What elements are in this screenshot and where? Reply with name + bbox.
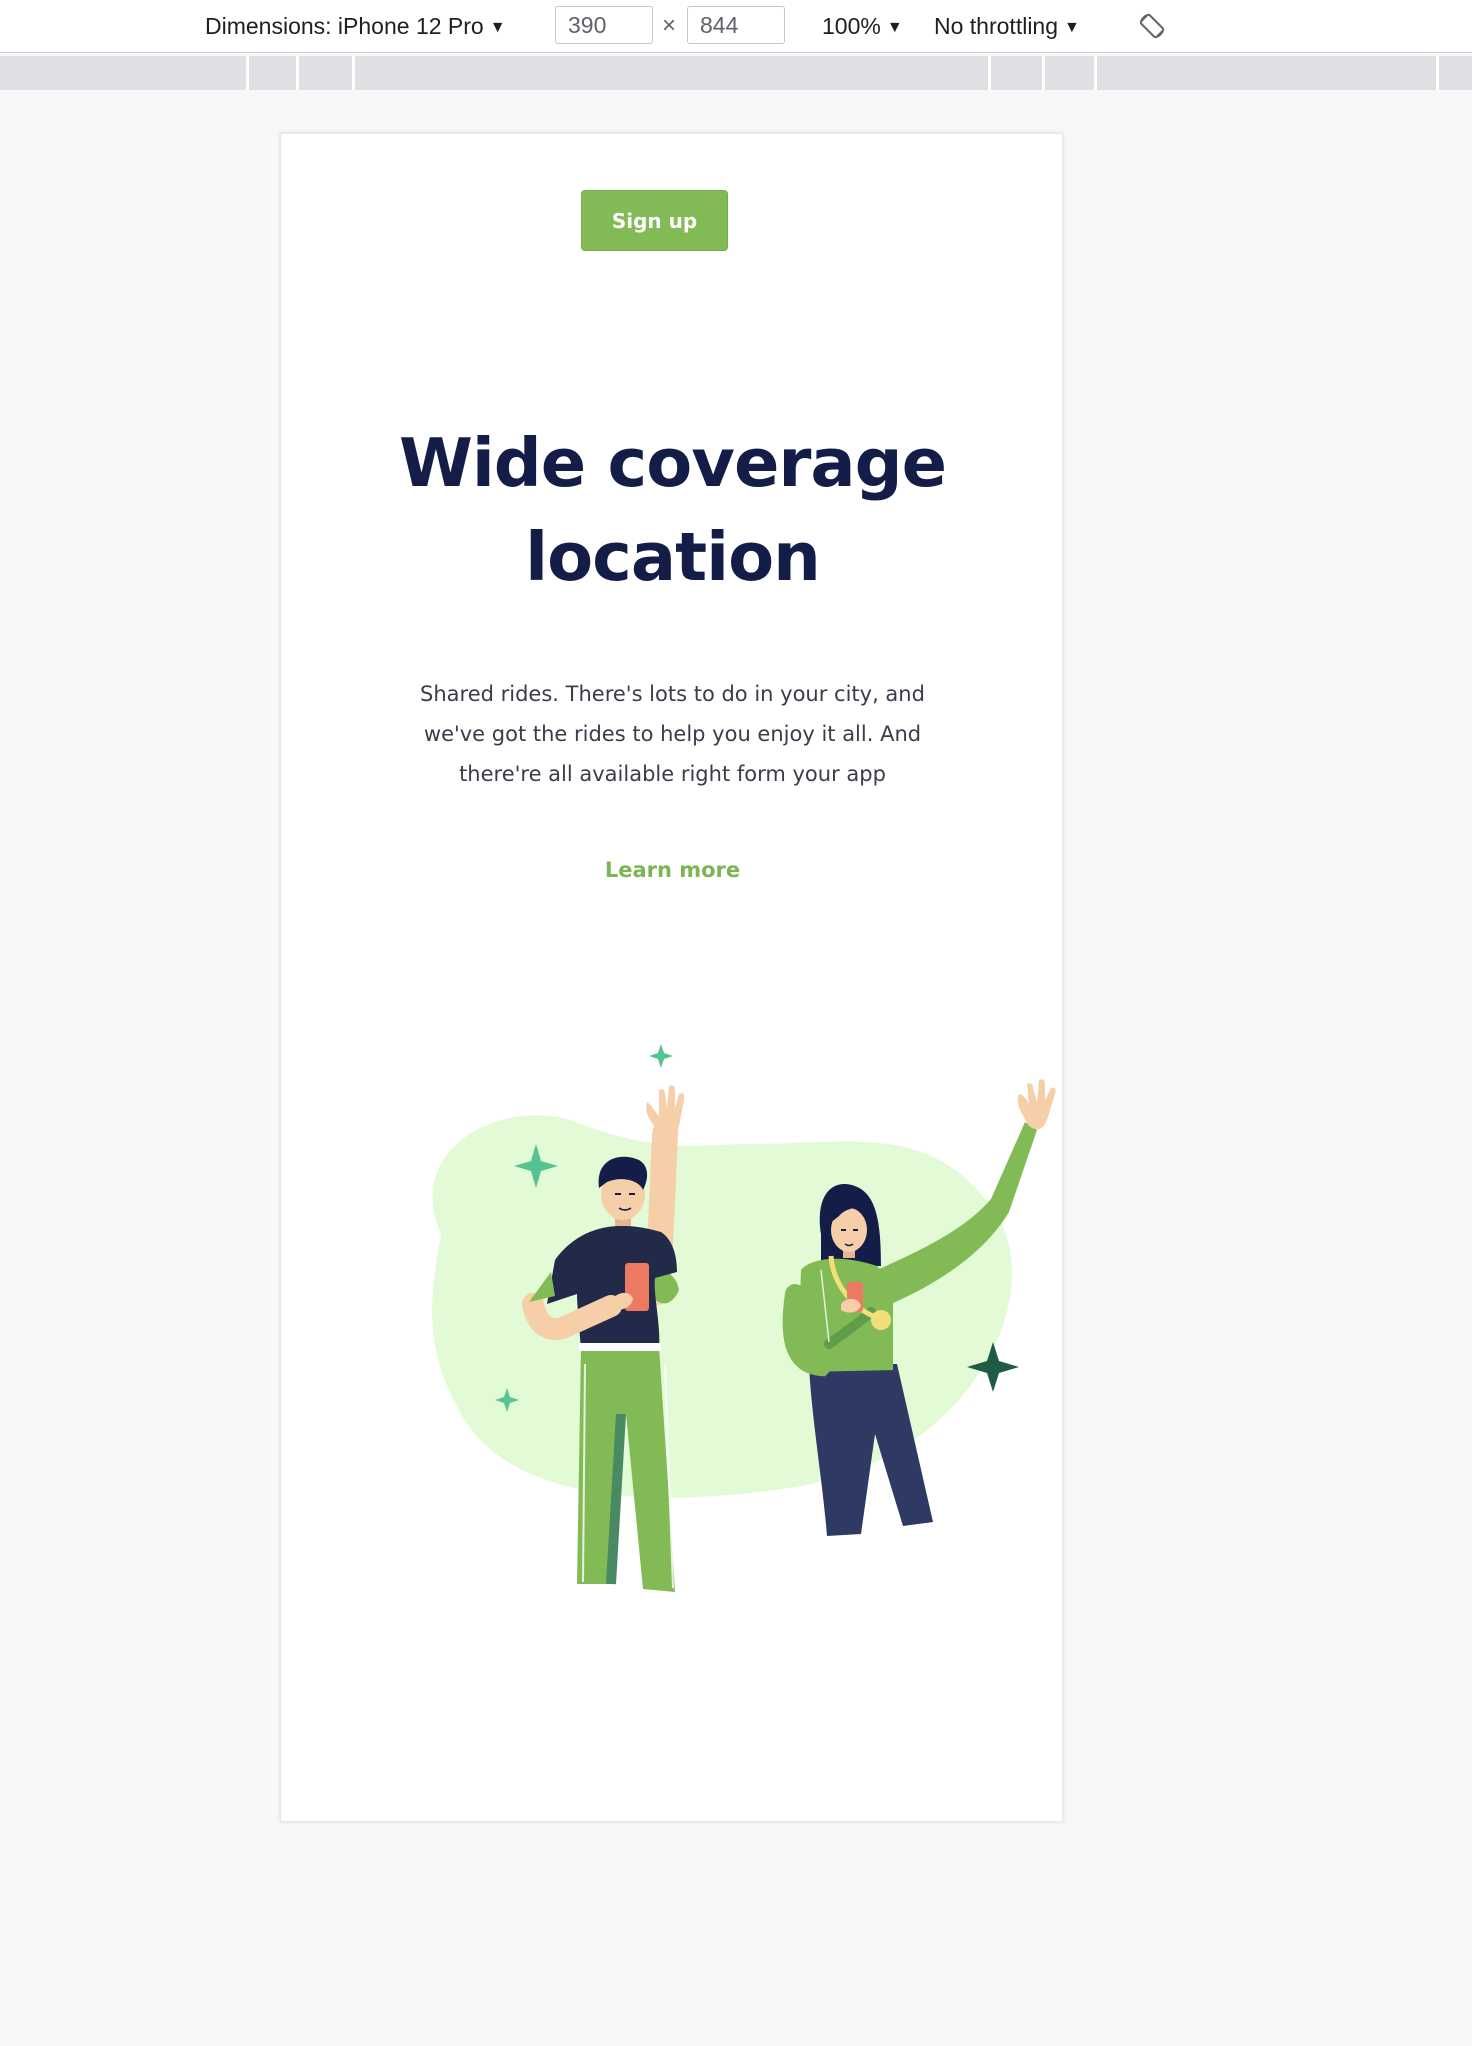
device-dimensions-dropdown[interactable]: Dimensions: iPhone 12 Pro ▼ <box>205 12 506 44</box>
throttling-label: No throttling <box>934 13 1059 39</box>
device-viewport: Sign up Wide coverage location Shared ri… <box>280 133 1063 1822</box>
learn-more-link[interactable]: Learn more <box>281 858 1062 882</box>
media-query-bar[interactable] <box>0 56 1472 90</box>
media-query-divider <box>988 56 991 90</box>
media-query-divider <box>296 56 299 90</box>
illustration-background-blob <box>432 1115 1013 1498</box>
viewport-width-input[interactable]: 390 <box>555 6 653 44</box>
page-title: Wide coverage location <box>281 416 1062 604</box>
devtools-device-toolbar: Dimensions: iPhone 12 Pro ▼ 390 × 844 100… <box>0 0 1472 53</box>
sparkle-icon <box>649 1044 673 1068</box>
media-query-divider <box>1436 56 1439 90</box>
media-query-divider <box>246 56 249 90</box>
media-query-divider <box>1042 56 1045 90</box>
chevron-down-icon: ▼ <box>886 19 903 36</box>
times-icon: × <box>662 12 677 39</box>
zoom-dropdown[interactable]: 100% ▼ <box>822 12 903 44</box>
signup-button[interactable]: Sign up <box>581 190 728 251</box>
viewport-height-input[interactable]: 844 <box>687 6 785 44</box>
hero-description: Shared rides. There's lots to do in your… <box>420 682 925 786</box>
chevron-down-icon: ▼ <box>1064 19 1080 36</box>
media-query-divider <box>1094 56 1097 90</box>
page-title-line-2: location <box>525 518 821 596</box>
chevron-down-icon: ▼ <box>489 19 506 36</box>
throttling-dropdown[interactable]: No throttling ▼ <box>934 12 1080 44</box>
zoom-label: 100% <box>822 13 881 39</box>
device-dimensions-label: Dimensions: iPhone 12 Pro <box>205 13 484 39</box>
people-waving-illustration <box>432 1044 1056 1592</box>
media-query-divider <box>352 56 355 90</box>
page-title-line-1: Wide coverage <box>398 424 947 502</box>
rotate-device-icon[interactable] <box>1138 12 1166 40</box>
